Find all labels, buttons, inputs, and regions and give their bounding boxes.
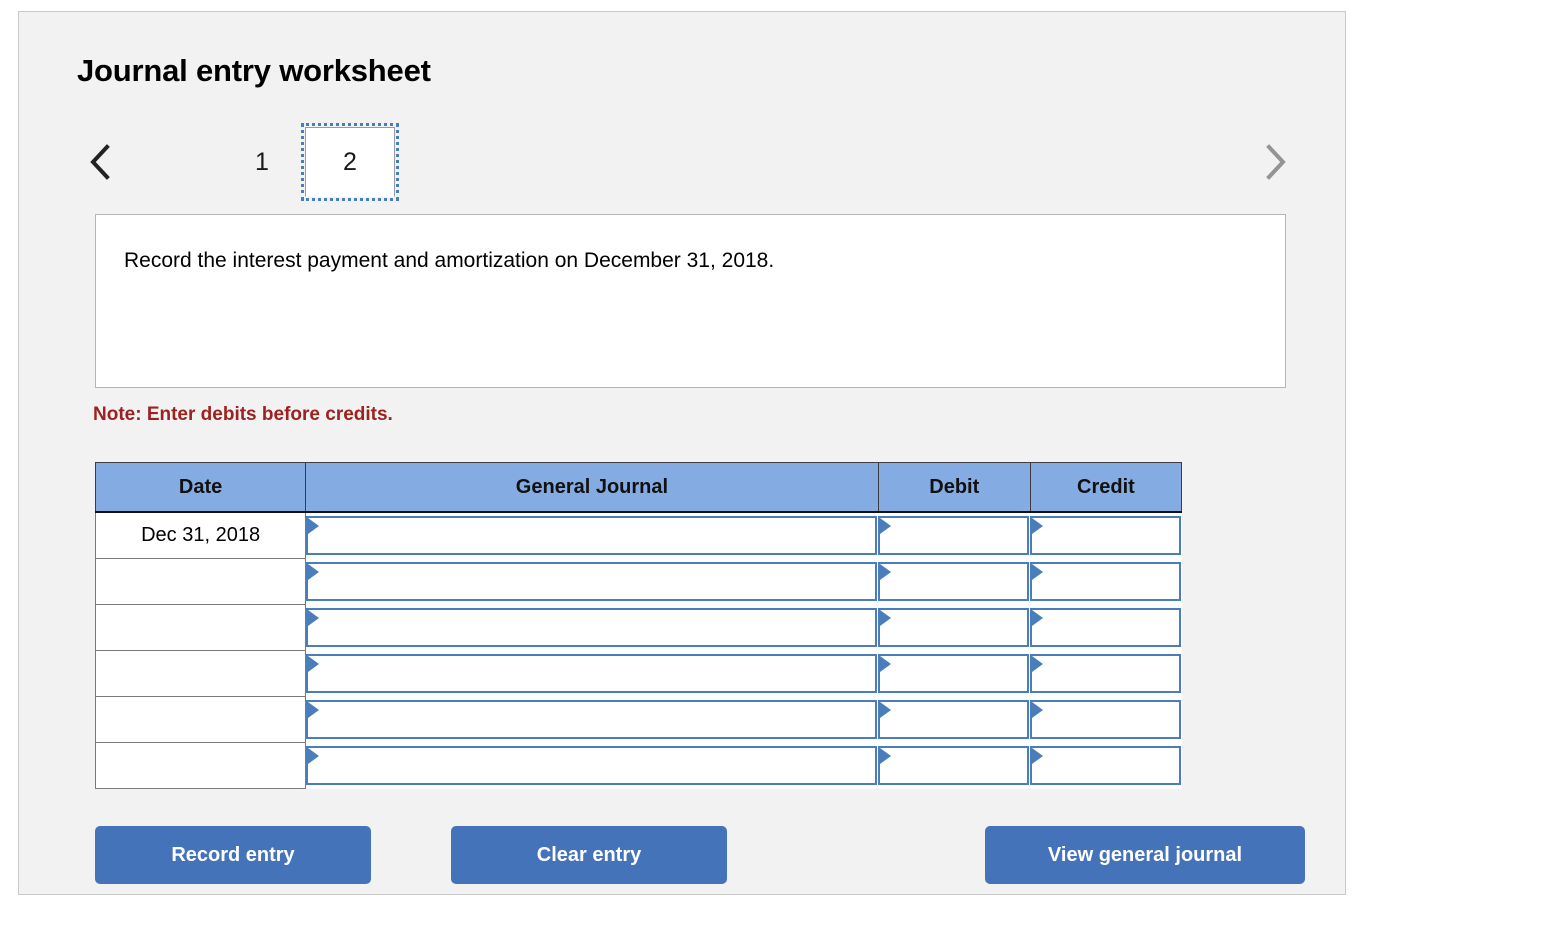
table-header-row: Date General Journal Debit Credit	[94, 462, 1183, 513]
general-journal-input[interactable]	[306, 512, 879, 559]
table-row	[94, 650, 1182, 697]
date-cell[interactable]	[94, 604, 307, 651]
debit-input[interactable]	[878, 651, 1030, 697]
column-header-date: Date	[94, 462, 307, 513]
date-cell[interactable]	[94, 742, 307, 789]
date-cell[interactable]	[94, 650, 307, 697]
table-row	[94, 742, 1182, 789]
dropdown-triangle-icon	[308, 748, 320, 764]
table-row	[94, 604, 1182, 651]
dropdown-triangle-icon	[308, 564, 320, 580]
record-entry-button[interactable]: Record entry	[95, 826, 371, 884]
transaction-description-text: Record the interest payment and amortiza…	[124, 249, 775, 272]
column-header-credit: Credit	[1029, 462, 1183, 513]
dropdown-triangle-icon	[880, 518, 892, 535]
worksheet-tab-1[interactable]: 1	[217, 127, 307, 197]
dropdown-triangle-icon	[880, 748, 892, 764]
credit-input[interactable]	[1030, 743, 1181, 789]
table-row: Dec 31, 2018	[94, 511, 1182, 559]
dropdown-triangle-icon	[1032, 610, 1044, 626]
dropdown-triangle-icon	[880, 610, 892, 626]
credit-input[interactable]	[1030, 697, 1181, 743]
dropdown-triangle-icon	[880, 656, 892, 672]
dropdown-triangle-icon	[1032, 564, 1044, 580]
debit-input[interactable]	[878, 512, 1030, 559]
page-title: Journal entry worksheet	[77, 53, 431, 88]
dropdown-triangle-icon	[1032, 748, 1044, 764]
screenshot-root: Journal entry worksheet 1 2 Record the i…	[0, 0, 1550, 926]
general-journal-input[interactable]	[306, 651, 879, 697]
dropdown-triangle-icon	[880, 564, 892, 580]
dropdown-triangle-icon	[1032, 656, 1044, 672]
table-row	[94, 696, 1182, 743]
view-general-journal-button[interactable]: View general journal	[985, 826, 1305, 884]
table-row	[94, 558, 1182, 605]
column-header-debit: Debit	[877, 462, 1031, 513]
dropdown-triangle-icon	[1032, 702, 1044, 718]
credit-input[interactable]	[1030, 605, 1181, 651]
general-journal-input[interactable]	[306, 559, 879, 605]
date-cell[interactable]: Dec 31, 2018	[94, 511, 307, 559]
worksheet-tab-1-label: 1	[255, 147, 269, 176]
journal-entry-panel: Journal entry worksheet 1 2 Record the i…	[18, 11, 1346, 895]
debit-input[interactable]	[878, 559, 1030, 605]
debit-input[interactable]	[878, 743, 1030, 789]
column-header-general-journal: General Journal	[305, 462, 879, 513]
dropdown-triangle-icon	[880, 702, 892, 718]
credit-input[interactable]	[1030, 559, 1181, 605]
chevron-right-icon[interactable]	[1258, 139, 1292, 185]
chevron-left-icon[interactable]	[83, 139, 117, 185]
dropdown-triangle-icon	[308, 702, 320, 718]
transaction-description-box: Record the interest payment and amortiza…	[95, 214, 1286, 388]
dropdown-triangle-icon	[308, 610, 320, 626]
debit-input[interactable]	[878, 697, 1030, 743]
debits-before-credits-note: Note: Enter debits before credits.	[93, 404, 393, 425]
debit-input[interactable]	[878, 605, 1030, 651]
credit-input[interactable]	[1030, 651, 1181, 697]
dropdown-triangle-icon	[308, 518, 320, 535]
journal-entry-table: Date General Journal Debit Credit Dec 31…	[94, 462, 1183, 789]
date-cell[interactable]	[94, 558, 307, 605]
clear-entry-button[interactable]: Clear entry	[451, 826, 727, 884]
general-journal-input[interactable]	[306, 743, 879, 789]
general-journal-input[interactable]	[306, 605, 879, 651]
worksheet-pager: 1 2	[77, 117, 1292, 209]
credit-input[interactable]	[1030, 512, 1181, 559]
worksheet-tab-2[interactable]: 2	[301, 123, 399, 201]
dropdown-triangle-icon	[308, 656, 320, 672]
general-journal-input[interactable]	[306, 697, 879, 743]
dropdown-triangle-icon	[1032, 518, 1044, 535]
worksheet-tab-2-label: 2	[343, 147, 357, 176]
date-cell[interactable]	[94, 696, 307, 743]
